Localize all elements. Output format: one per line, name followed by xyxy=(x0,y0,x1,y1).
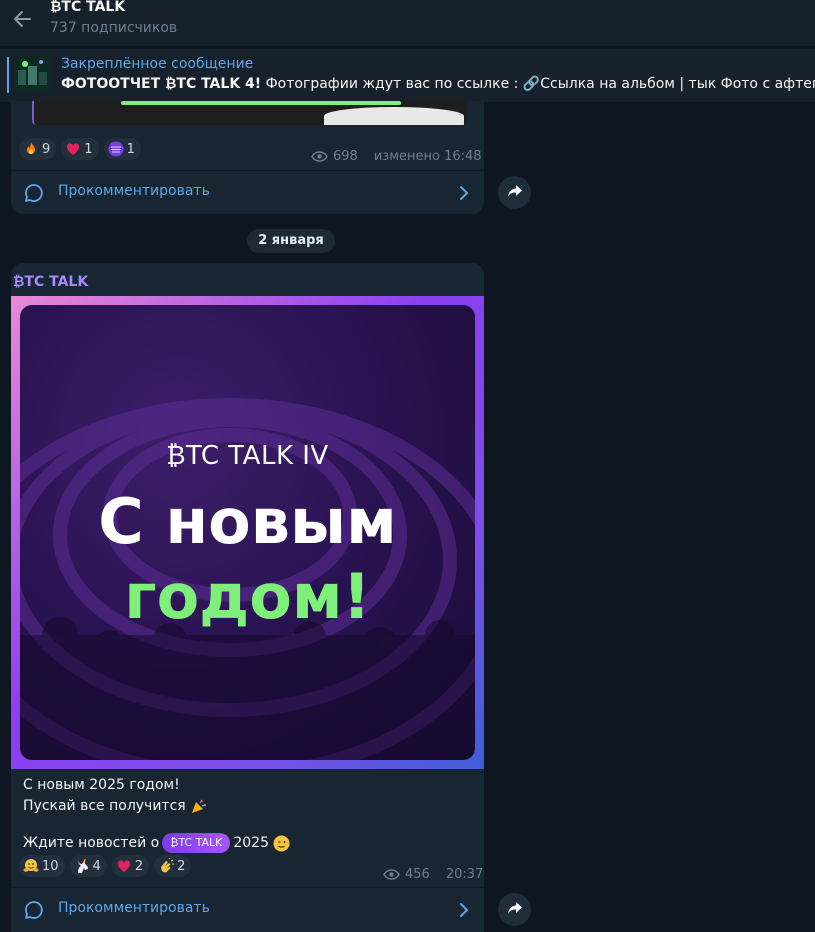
reaction-count: 10 xyxy=(42,858,59,874)
image-brand-text: ₿TC TALK IV xyxy=(166,441,329,471)
chevron-right-icon xyxy=(458,184,470,202)
post-text: С новым 2025 годом! Пускай все получится… xyxy=(23,775,290,854)
btc-talk-badge: ₿TC TALK xyxy=(162,833,231,853)
message-time: 20:37 xyxy=(445,867,484,882)
post-text-line: Ждите новостей о ₿TC TALK 2025 xyxy=(23,833,290,854)
subscriber-count: 737 подписчиков xyxy=(50,20,178,36)
reaction-count: 2 xyxy=(177,858,186,874)
channel-title[interactable]: ₿TC TALK xyxy=(50,0,125,15)
post-text-line: С новым 2025 годом! xyxy=(23,777,180,793)
pinned-thumbnail xyxy=(15,56,50,91)
heart-icon xyxy=(65,141,81,157)
pinned-label: Закреплённое сообщение xyxy=(61,56,254,72)
back-arrow-icon[interactable] xyxy=(10,6,36,32)
post-text-line: Пускай все получится xyxy=(23,796,290,817)
message-bubble: ₿TC TALK IV С новым годом! С новым 2025 … xyxy=(11,263,484,932)
reaction-count: 9 xyxy=(42,141,51,157)
comment-label: Прокомментировать xyxy=(58,900,210,916)
winking-face-icon xyxy=(273,835,290,852)
unicorn-icon xyxy=(74,858,90,874)
message-meta: 698 изменено 16:48 xyxy=(311,149,482,164)
date-separator: 2 января xyxy=(247,229,335,253)
comment-label: Прокомментировать xyxy=(58,183,210,199)
reaction-count: 4 xyxy=(92,858,101,874)
message-bubble: 9 1 1 698 изменено 16:48 Прокомментирова… xyxy=(11,101,484,214)
post-image[interactable]: ₿TC TALK IV С новым годом! xyxy=(11,296,484,769)
chat-header: ₿TC TALK 737 подписчиков xyxy=(0,0,815,46)
reaction-count: 1 xyxy=(126,141,135,157)
reaction-count: 2 xyxy=(134,858,144,874)
share-icon xyxy=(507,900,523,919)
post-author[interactable]: ₿TC TALK xyxy=(13,273,88,290)
reaction-custom[interactable]: 1 xyxy=(103,138,141,160)
clapping-hands-icon xyxy=(158,857,175,874)
pinned-message-bar[interactable]: Закреплённое сообщение ФОТООТЧЕТ ₿TC TAL… xyxy=(0,48,815,102)
reaction-heart[interactable]: 2 xyxy=(111,855,150,877)
party-popper-icon xyxy=(190,798,207,815)
pinned-indicator xyxy=(7,57,9,93)
custom-emoji-icon xyxy=(108,141,124,157)
view-count: 456 xyxy=(405,867,430,882)
reaction-count: 1 xyxy=(84,141,93,157)
views-icon xyxy=(383,869,400,880)
reaction-hug[interactable]: 10 xyxy=(19,855,65,877)
reaction-clap[interactable]: 2 xyxy=(154,855,192,877)
image-headline-line2: годом! xyxy=(124,560,371,633)
reaction-fire[interactable]: 9 xyxy=(19,138,57,160)
fire-icon xyxy=(23,141,39,157)
edited-time: изменено 16:48 xyxy=(373,149,482,164)
view-count: 698 xyxy=(333,149,358,164)
reaction-heart[interactable]: 1 xyxy=(61,138,99,160)
share-icon xyxy=(507,183,523,202)
share-button[interactable] xyxy=(498,893,531,926)
views-icon xyxy=(311,151,328,162)
image-headline-line1: С новым xyxy=(98,485,397,558)
chevron-right-icon xyxy=(458,901,470,919)
share-button[interactable] xyxy=(498,176,531,209)
comment-button[interactable]: Прокомментировать xyxy=(11,887,484,931)
message-meta: 456 20:37 xyxy=(383,867,483,882)
comment-icon xyxy=(24,183,44,203)
comment-button[interactable]: Прокомментировать xyxy=(11,170,484,214)
heart-icon xyxy=(116,858,132,874)
media-preview[interactable] xyxy=(32,101,467,125)
reaction-unicorn[interactable]: 4 xyxy=(69,855,107,877)
hugging-face-icon xyxy=(23,858,39,874)
pinned-text: ФОТООТЧЕТ ₿TC TALK 4! Фотографии ждут ва… xyxy=(61,76,815,92)
comment-icon xyxy=(24,900,44,920)
